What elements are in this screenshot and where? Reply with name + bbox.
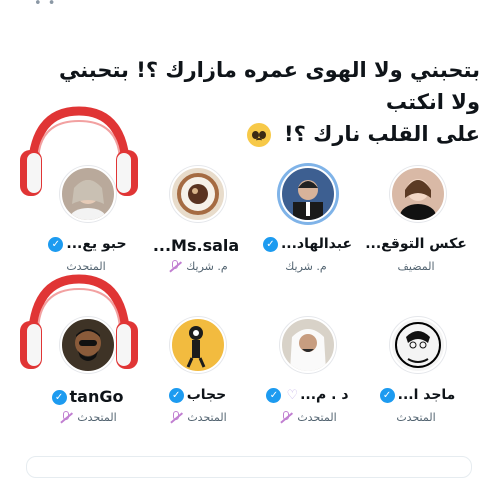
title-line-2: على القلب نارك ؟! <box>284 122 480 146</box>
speaker-role: المتحدث <box>251 411 361 425</box>
mic-off-icon <box>278 411 294 425</box>
verified-badge-icon: ✓ <box>51 390 67 405</box>
mic-off-icon <box>58 411 74 425</box>
speaker-role: المضيف <box>397 260 435 273</box>
speaker-6[interactable]: د . م...♡✓ المتحدث <box>251 317 361 432</box>
speaker-2[interactable]: عبدالهاد...✓ م. شريك <box>251 166 361 281</box>
speaker-7[interactable]: حجاب✓ المتحدث <box>141 317 251 432</box>
speaker-name: د . م...♡✓ <box>251 387 361 403</box>
mic-off-icon <box>167 260 183 274</box>
speaker-role: م. شريك <box>141 260 251 274</box>
mic-off-icon <box>168 411 184 425</box>
heart-icon: ♡ <box>286 388 299 403</box>
bottom-panel[interactable] <box>26 456 472 478</box>
speaker-name: حبو يع...✓ <box>31 236 141 252</box>
speaker-role: المتحدث <box>141 411 251 425</box>
avatar[interactable] <box>170 317 226 373</box>
speaker-role: المتحدث <box>31 411 141 425</box>
avatar[interactable] <box>280 317 336 373</box>
speaker-3[interactable]: Ms.sala... م. شريك <box>141 166 251 281</box>
avatar[interactable] <box>390 166 446 222</box>
verified-badge-icon: ✓ <box>262 236 278 252</box>
speaker-role: م. شريك <box>285 260 327 273</box>
verified-badge-icon: ✓ <box>266 387 282 403</box>
speaker-name: ماجد ا...✓ <box>361 387 471 403</box>
speaker-name: حجاب✓ <box>141 387 251 403</box>
speaker-name: عكس التوقع... <box>365 236 467 252</box>
verified-badge-icon: ✓ <box>379 387 395 403</box>
speaker-name: tanGo✓ <box>31 387 141 406</box>
speaker-name: Ms.sala... <box>152 236 240 255</box>
speaker-role: المتحدث <box>66 260 106 273</box>
headphones-icon <box>20 274 138 369</box>
speaker-role: المتحدث <box>396 411 436 424</box>
avatar[interactable] <box>390 317 446 373</box>
pleading-face-emoji-icon <box>246 123 271 147</box>
avatar[interactable] <box>280 166 336 222</box>
speaker-name: عبدالهاد...✓ <box>251 236 361 252</box>
avatar[interactable] <box>170 166 226 222</box>
headphones-icon <box>20 106 138 196</box>
verified-badge-icon: ✓ <box>168 387 184 403</box>
speaker-5[interactable]: ماجد ا...✓ المتحدث <box>361 317 471 432</box>
speaker-1[interactable]: عكس التوقع... المضيف <box>361 166 471 281</box>
overflow-dots: • • <box>34 0 57 11</box>
verified-badge-icon: ✓ <box>48 236 64 252</box>
